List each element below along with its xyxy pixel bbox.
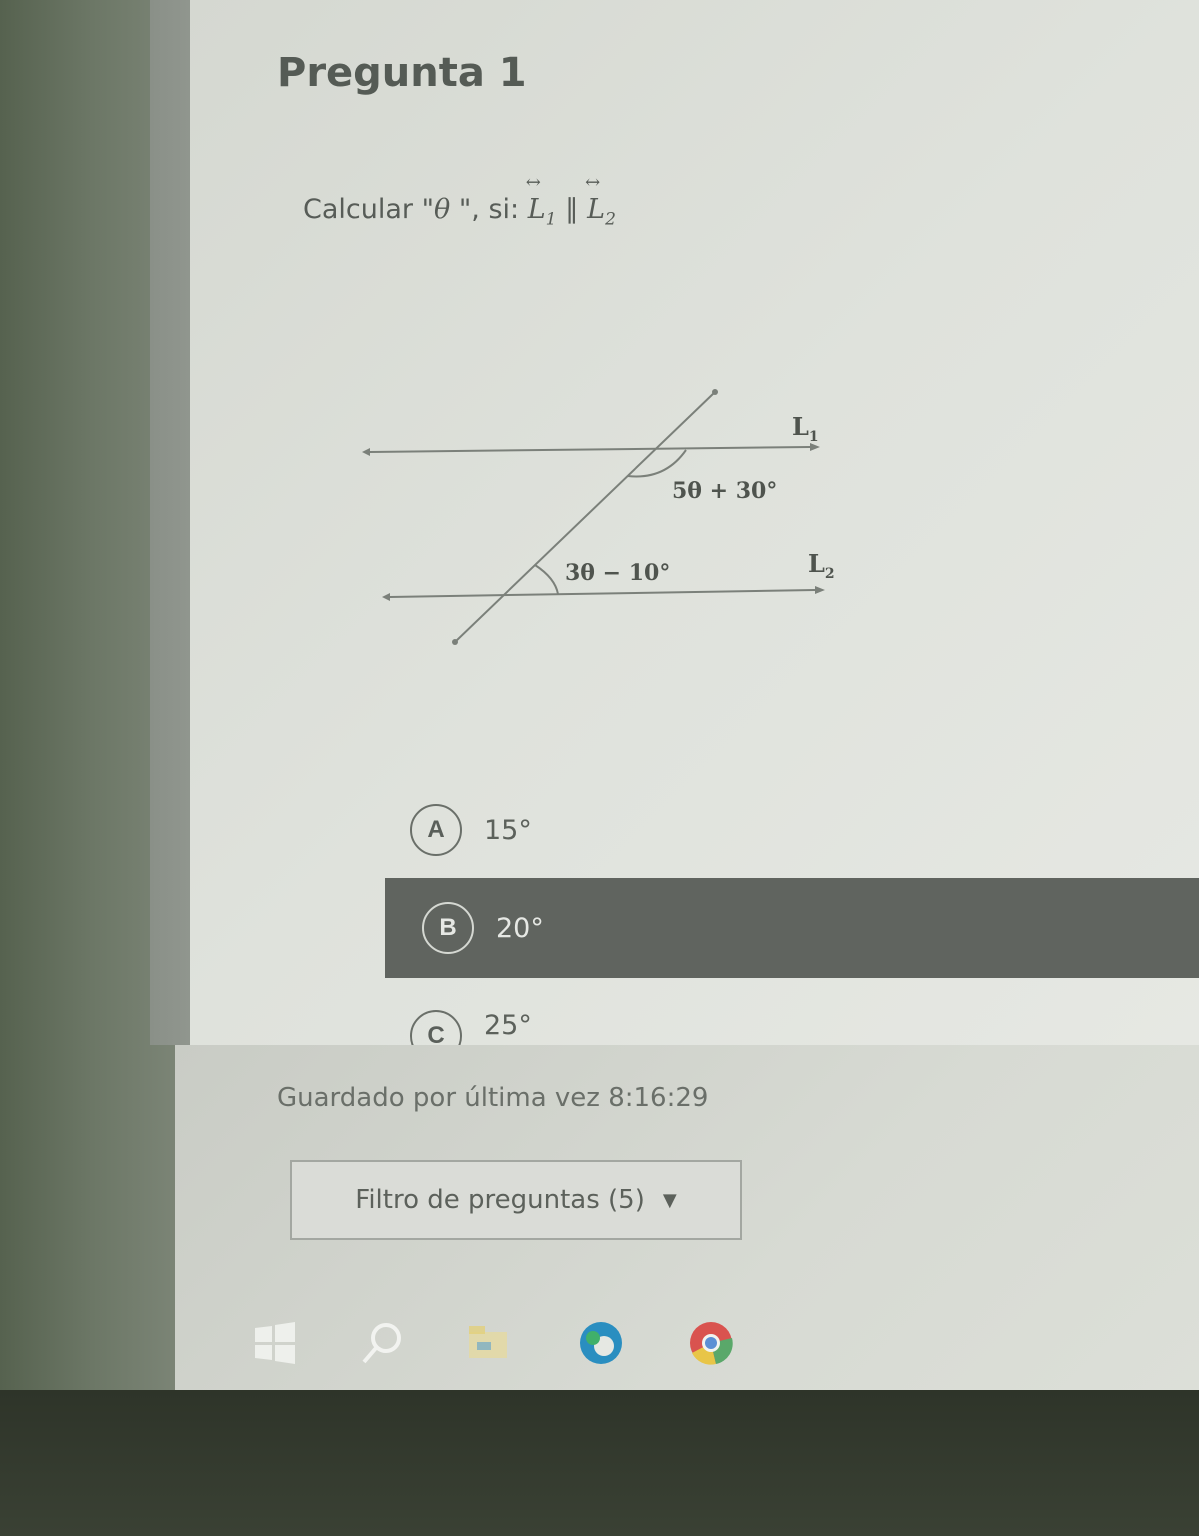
chrome-icon[interactable] xyxy=(686,1318,736,1368)
line-arrow-icon: ↔ xyxy=(525,172,541,193)
transversal-end-point xyxy=(712,389,718,395)
option-letter-b: B xyxy=(422,902,474,954)
transversal-start-point xyxy=(452,639,458,645)
question-title: Pregunta 1 xyxy=(277,50,527,96)
file-explorer-icon[interactable] xyxy=(463,1318,513,1368)
line-l2-arrowhead-left xyxy=(382,593,390,601)
angle-label-bottom: 3θ − 10° xyxy=(565,560,670,586)
label-l1: L1 xyxy=(792,412,819,445)
geometry-figure: L1 L2 5θ + 30° 3θ − 10° xyxy=(362,389,835,645)
angle-label-top: 5θ + 30° xyxy=(672,478,777,504)
edge-icon[interactable] xyxy=(576,1318,626,1368)
option-letter-a: A xyxy=(410,804,462,856)
option-a[interactable]: A 15° xyxy=(385,785,1199,875)
line-l1-notation: ↔ L1 xyxy=(525,172,557,230)
angle-arc-bottom xyxy=(534,564,559,595)
line-l2-arrowhead xyxy=(815,586,825,594)
line-l1-arrowhead-left xyxy=(362,448,370,456)
option-value-a: 15° xyxy=(484,814,532,846)
label-l2: L2 xyxy=(808,549,835,582)
parallel-symbol: ∥ xyxy=(556,194,588,225)
option-value-c: 25° xyxy=(484,1010,532,1041)
search-icon[interactable] xyxy=(358,1318,408,1368)
prompt-prefix: Calcular " xyxy=(303,194,435,225)
option-b-selected[interactable]: B 20° xyxy=(385,878,1199,978)
line-l2-notation: ↔ L2 xyxy=(585,172,616,230)
transversal-line xyxy=(454,391,716,643)
option-value-b: 20° xyxy=(496,912,544,944)
line-l1 xyxy=(369,446,811,453)
angle-arc-top xyxy=(627,449,687,478)
option-letter-c: C xyxy=(410,1010,462,1045)
windows-start-icon[interactable] xyxy=(250,1318,300,1368)
line-l2 xyxy=(389,589,816,598)
line-arrow-icon: ↔ xyxy=(585,172,601,193)
option-c[interactable]: C 25° xyxy=(385,1000,1199,1045)
chevron-down-icon: ▼ xyxy=(662,1189,677,1211)
theta-symbol: θ xyxy=(434,194,451,225)
prompt-mid: ", si: xyxy=(450,194,528,225)
filter-label: Filtro de preguntas (5) xyxy=(355,1185,645,1215)
question-filter-dropdown[interactable]: Filtro de preguntas (5) ▼ xyxy=(290,1160,742,1240)
last-saved-status: Guardado por última vez 8:16:29 xyxy=(277,1083,709,1113)
monitor-bezel-bottom xyxy=(0,1390,1199,1536)
question-prompt: Calcular "θ ", si: ↔ L1 ∥ ↔ L2 xyxy=(303,172,616,230)
